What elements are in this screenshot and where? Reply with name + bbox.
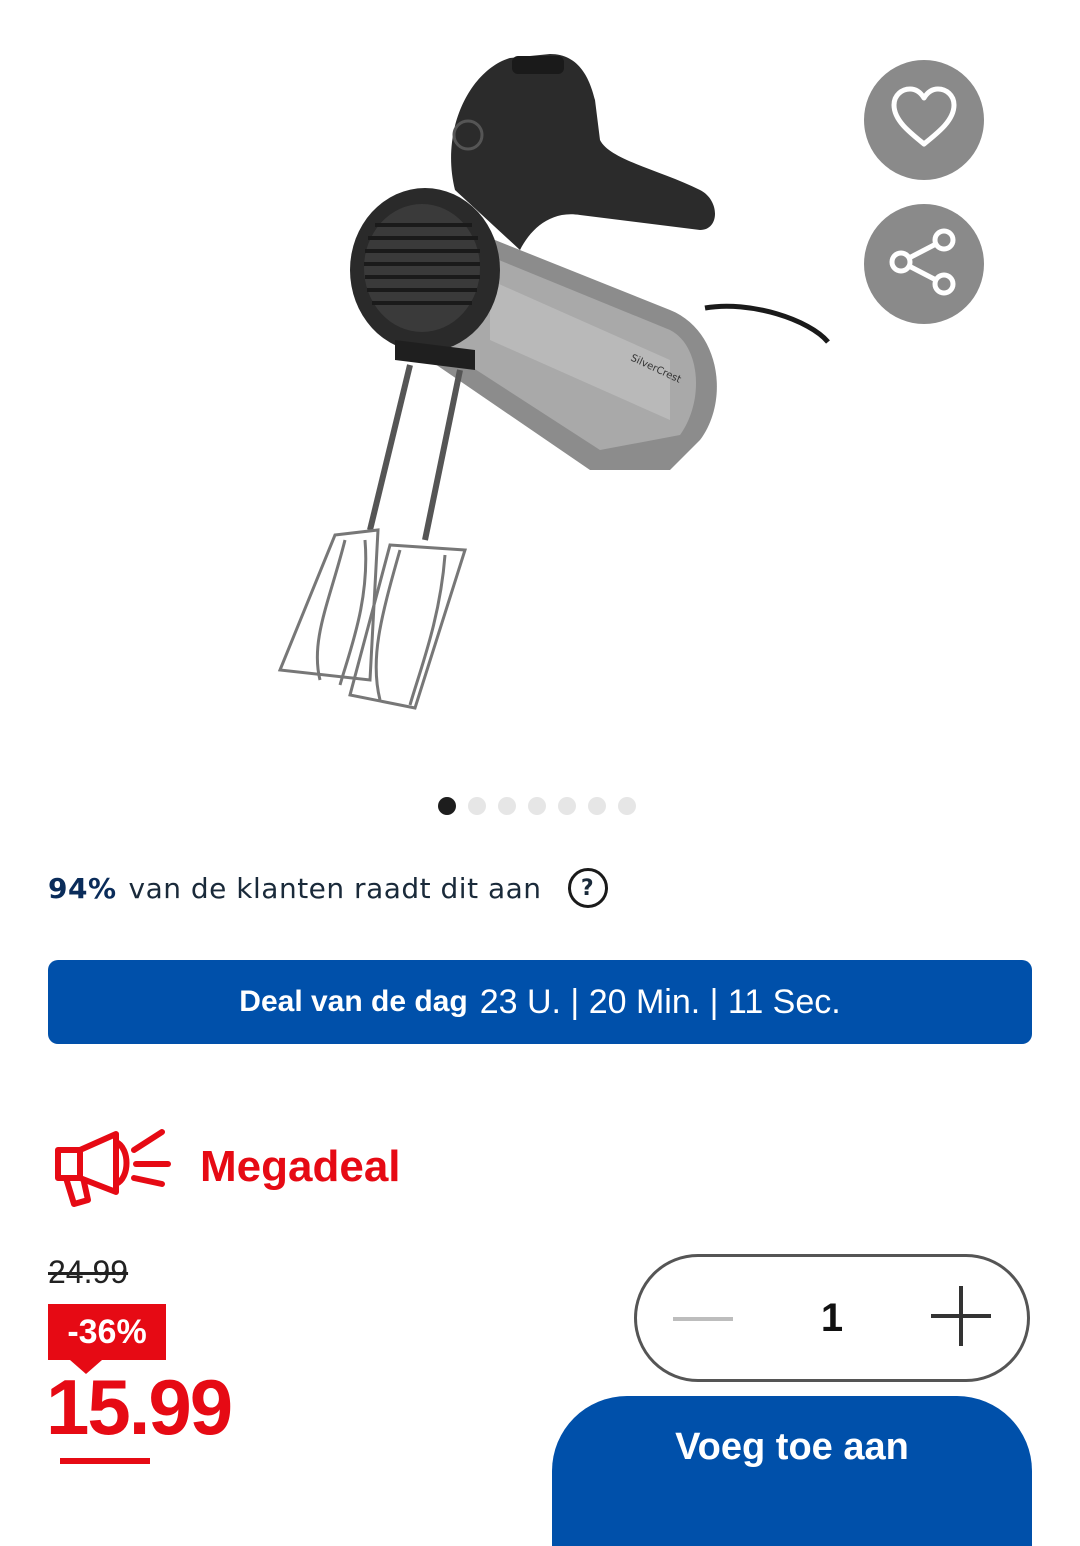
deal-label: Deal van de dag (239, 985, 468, 1018)
recommendation-percent: 94% (48, 871, 117, 905)
increase-quantity-button[interactable] (929, 1286, 993, 1350)
help-symbol: ? (580, 875, 595, 901)
quantity-stepper: 1 (634, 1254, 1030, 1382)
deal-of-the-day-banner: Deal van de dag 23 U. | 20 Min. | 11 Sec… (48, 960, 1032, 1044)
heart-icon (889, 86, 959, 154)
carousel-dot[interactable] (588, 797, 606, 815)
discount-badge: -36% (48, 1304, 166, 1360)
megaphone-icon (50, 1120, 174, 1214)
carousel-dot[interactable] (618, 797, 636, 815)
price-underline (60, 1458, 150, 1464)
help-icon[interactable]: ? (567, 868, 608, 908)
deal-countdown: 23 U. | 20 Min. | 11 Sec. (479, 982, 841, 1021)
carousel-dot[interactable] (468, 797, 486, 815)
add-to-cart-button[interactable]: Voeg toe aan (552, 1396, 1032, 1546)
megadeal-label: Megadeal (200, 1142, 401, 1191)
quantity-value[interactable]: 1 (821, 1296, 843, 1341)
decrease-quantity-button[interactable] (671, 1286, 735, 1350)
carousel-indicator (438, 797, 636, 815)
carousel-dot[interactable] (438, 797, 456, 815)
favorite-button[interactable] (864, 60, 984, 180)
recommendation-row: 94% van de klanten raadt dit aan ? (48, 866, 608, 910)
carousel-dot[interactable] (528, 797, 546, 815)
carousel-dot[interactable] (498, 797, 516, 815)
plus-icon (929, 1284, 993, 1352)
old-price: 24.99 (48, 1254, 129, 1290)
add-to-cart-label: Voeg toe aan (675, 1426, 909, 1468)
recommendation-text: van de klanten raadt dit aan (128, 871, 542, 905)
promo-label: Megadeal (50, 1120, 401, 1214)
minus-icon (671, 1309, 735, 1328)
share-icon (887, 227, 961, 301)
current-price: 15.99 (46, 1363, 233, 1451)
share-button[interactable] (864, 204, 984, 324)
product-image[interactable]: SilverCrest (250, 40, 850, 730)
carousel-dot[interactable] (558, 797, 576, 815)
